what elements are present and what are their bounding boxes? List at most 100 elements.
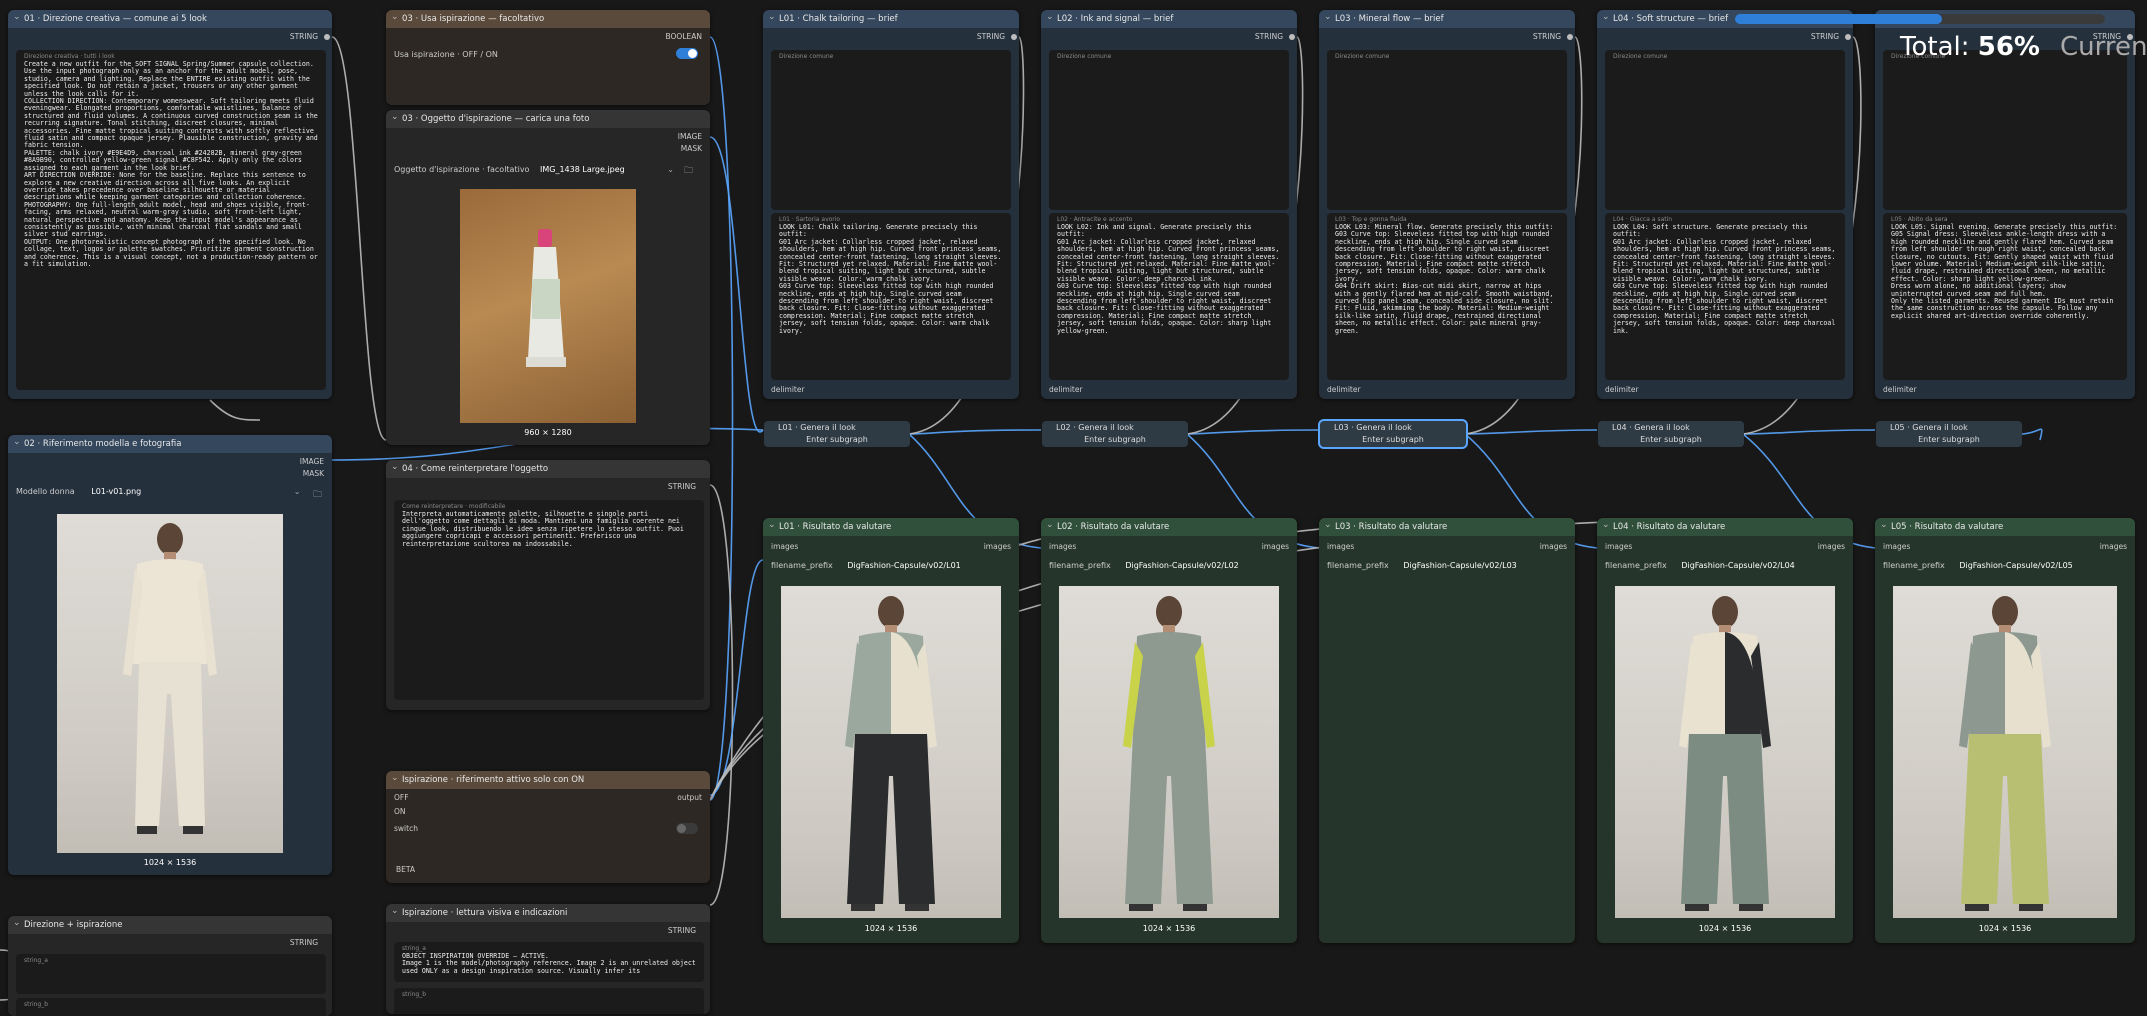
node-title: 02 · Riferimento modella e fotografia (8, 435, 332, 453)
string-a-field[interactable]: string_a (16, 954, 326, 994)
node-result-l03[interactable]: L03 · Risultato da valutare images image… (1319, 518, 1575, 943)
output-socket[interactable] (1289, 34, 1295, 40)
inspiration-toggle[interactable] (676, 48, 698, 59)
node-brief-l02[interactable]: L02 · Ink and signal — brief STRING Dire… (1041, 10, 1297, 399)
node-title: L03 · Risultato da valutare (1319, 518, 1575, 536)
enter-subgraph-button[interactable]: Enter subgraph (1876, 435, 2022, 444)
string-b-label: string_b (402, 991, 427, 998)
enter-subgraph-button[interactable]: Enter subgraph (1042, 435, 1188, 444)
filename-prefix-field[interactable]: filename_prefix DigFashion-Capsule/v02/L… (1049, 561, 1239, 570)
look-brief-field[interactable]: L04 · Giacca a satin LOOK L04: Soft stru… (1605, 213, 1845, 380)
result-photo (1059, 586, 1279, 918)
common-direction-field[interactable]: Direzione comune (1049, 50, 1289, 210)
wire (709, 36, 734, 801)
delimiter-label: delimiter (1327, 385, 1361, 394)
generated-look-image (845, 596, 937, 911)
common-direction-field[interactable]: Direzione comune (1605, 50, 1845, 210)
text-area[interactable]: Direzione creativa · tutti i look Create… (16, 50, 326, 390)
toggle-label: Usa ispirazione · OFF / ON (394, 50, 498, 59)
node-inspiration-object[interactable]: 03 · Oggetto d'ispirazione — carica una … (386, 110, 710, 445)
common-direction-label: Direzione comune (779, 53, 834, 60)
result-photo (1893, 586, 2117, 918)
node-inspiration-switch[interactable]: Ispirazione · riferimento attivo solo co… (386, 771, 710, 883)
common-direction-field[interactable]: Direzione comune (1327, 50, 1567, 210)
look-brief-field[interactable]: L01 · Sartoria avorio LOOK L01: Chalk ta… (771, 213, 1011, 380)
subgraph-l01[interactable]: L01 · Genera il look Enter subgraph (764, 421, 910, 447)
subgraph-l04[interactable]: L04 · Genera il look Enter subgraph (1598, 421, 1744, 447)
string-b-field[interactable]: string_b (16, 998, 326, 1016)
node-visual-reading[interactable]: Ispirazione · lettura visiva e indicazio… (386, 904, 710, 1014)
node-title: L01 · Chalk tailoring — brief (763, 10, 1019, 28)
enter-subgraph-button[interactable]: Enter subgraph (1598, 435, 1744, 444)
beta-badge: BETA (396, 865, 416, 874)
filename-prefix-value: DigFashion-Capsule/v02/L04 (1681, 561, 1795, 570)
look-brief-field[interactable]: L03 · Top e gonna fluida LOOK L03: Miner… (1327, 213, 1567, 380)
node-title: 04 · Come reinterpretare l'oggetto (386, 460, 710, 478)
output-label: STRING (667, 926, 696, 935)
input-images-label: images (1049, 542, 1077, 551)
filename-prefix-field[interactable]: filename_prefix DigFashion-Capsule/v02/L… (1883, 561, 2073, 570)
node-result-l01[interactable]: L01 · Risultato da valutare images image… (763, 518, 1019, 943)
filename-prefix-value: DigFashion-Capsule/v02/L02 (1125, 561, 1239, 570)
output-image-label: IMAGE (677, 132, 702, 141)
common-direction-field[interactable]: Direzione comune (1883, 50, 2127, 210)
image-size-caption: 1024 × 1536 (1142, 924, 1196, 933)
output-mask-label: MASK (302, 469, 324, 478)
output-socket[interactable] (1011, 34, 1017, 40)
filename-prefix-field[interactable]: filename_prefix DigFashion-Capsule/v02/L… (771, 561, 961, 570)
filename-prefix-field[interactable]: filename_prefix DigFashion-Capsule/v02/L… (1605, 561, 1795, 570)
enter-subgraph-button[interactable]: Enter subgraph (1320, 435, 1466, 444)
node-brief-l01[interactable]: L01 · Chalk tailoring — brief STRING Dir… (763, 10, 1019, 399)
filename-prefix-label: filename_prefix (771, 561, 833, 570)
node-model-reference[interactable]: 02 · Riferimento modella e fotografia IM… (8, 435, 332, 875)
folder-icon[interactable]: 🗀 (313, 487, 322, 503)
filename-prefix-field[interactable]: filename_prefix DigFashion-Capsule/v02/L… (1327, 561, 1517, 570)
node-title: L02 · Ink and signal — brief (1041, 10, 1297, 28)
node-title: Direzione + ispirazione (8, 916, 332, 934)
output-label: STRING (1254, 32, 1283, 41)
result-photo (1615, 586, 1835, 918)
progress-current-label: Current (2060, 32, 2147, 62)
output-socket[interactable] (324, 34, 330, 40)
output-mask-label: MASK (680, 144, 702, 153)
common-direction-label: Direzione comune (1613, 53, 1668, 60)
text-area[interactable]: Come reinterpretare · modificabile Inter… (394, 500, 704, 700)
output-socket[interactable] (1845, 34, 1851, 40)
output-label: BOOLEAN (665, 32, 702, 41)
text-area-content: Create a new outfit for the SOFT SIGNAL … (24, 60, 318, 268)
look-brief-field[interactable]: L02 · Antracite e accento LOOK L02: Ink … (1049, 213, 1289, 380)
node-direction-plus-inspiration[interactable]: Direzione + ispirazione STRING string_a … (8, 916, 332, 1016)
enter-subgraph-button[interactable]: Enter subgraph (764, 435, 910, 444)
subgraph-l03[interactable]: L03 · Genera il look Enter subgraph (1320, 421, 1466, 447)
node-result-l05[interactable]: L05 · Risultato da valutare images image… (1875, 518, 2135, 943)
node-title: 03 · Oggetto d'ispirazione — carica una … (386, 110, 710, 128)
subgraph-l02[interactable]: L02 · Genera il look Enter subgraph (1042, 421, 1188, 447)
model-select[interactable]: Modello donna L01-v01.png ⌄ (16, 487, 301, 496)
output-label: STRING (289, 32, 318, 41)
image-size-caption: 1024 × 1536 (864, 924, 918, 933)
switch-toggle[interactable] (676, 823, 698, 834)
node-brief-l05[interactable]: STRING Direzione comune L05 · Abito da s… (1875, 10, 2135, 399)
chevron-down-icon[interactable]: ⌄ (667, 165, 674, 174)
node-brief-l03[interactable]: L03 · Mineral flow — brief STRING Direzi… (1319, 10, 1575, 399)
image-size-caption: 1024 × 1536 (1978, 924, 2032, 933)
folder-icon[interactable]: 🗀 (684, 163, 693, 179)
string-b-field[interactable]: string_b (394, 988, 704, 1014)
common-direction-field[interactable]: Direzione comune (771, 50, 1011, 210)
output-socket[interactable] (1567, 34, 1573, 40)
node-title: 03 · Usa ispirazione — facoltativo (386, 10, 710, 28)
node-brief-l04[interactable]: L04 · Soft structure — brief STRING Dire… (1597, 10, 1853, 399)
node-reinterpret-object[interactable]: 04 · Come reinterpretare l'oggetto STRIN… (386, 460, 710, 710)
string-a-field[interactable]: string_a OBJECT INSPIRATION OVERRIDE — A… (394, 942, 704, 982)
node-result-l04[interactable]: L04 · Risultato da valutare images image… (1597, 518, 1853, 943)
object-select[interactable]: Oggetto d'ispirazione · facoltativo IMG_… (394, 165, 674, 174)
output-images-label: images (1539, 542, 1567, 551)
node-result-l02[interactable]: L02 · Risultato da valutare images image… (1041, 518, 1297, 943)
node-use-inspiration[interactable]: 03 · Usa ispirazione — facoltativo BOOLE… (386, 10, 710, 105)
subgraph-l05[interactable]: L05 · Genera il look Enter subgraph (1876, 421, 2022, 447)
output-label: STRING (289, 938, 318, 947)
node-creative-direction[interactable]: 01 · Direzione creativa — comune ai 5 lo… (8, 10, 332, 399)
look-brief-field[interactable]: L05 · Abito da sera LOOK L05: Signal eve… (1883, 213, 2127, 380)
filename-prefix-value: DigFashion-Capsule/v02/L03 (1403, 561, 1517, 570)
chevron-down-icon[interactable]: ⌄ (294, 487, 301, 496)
